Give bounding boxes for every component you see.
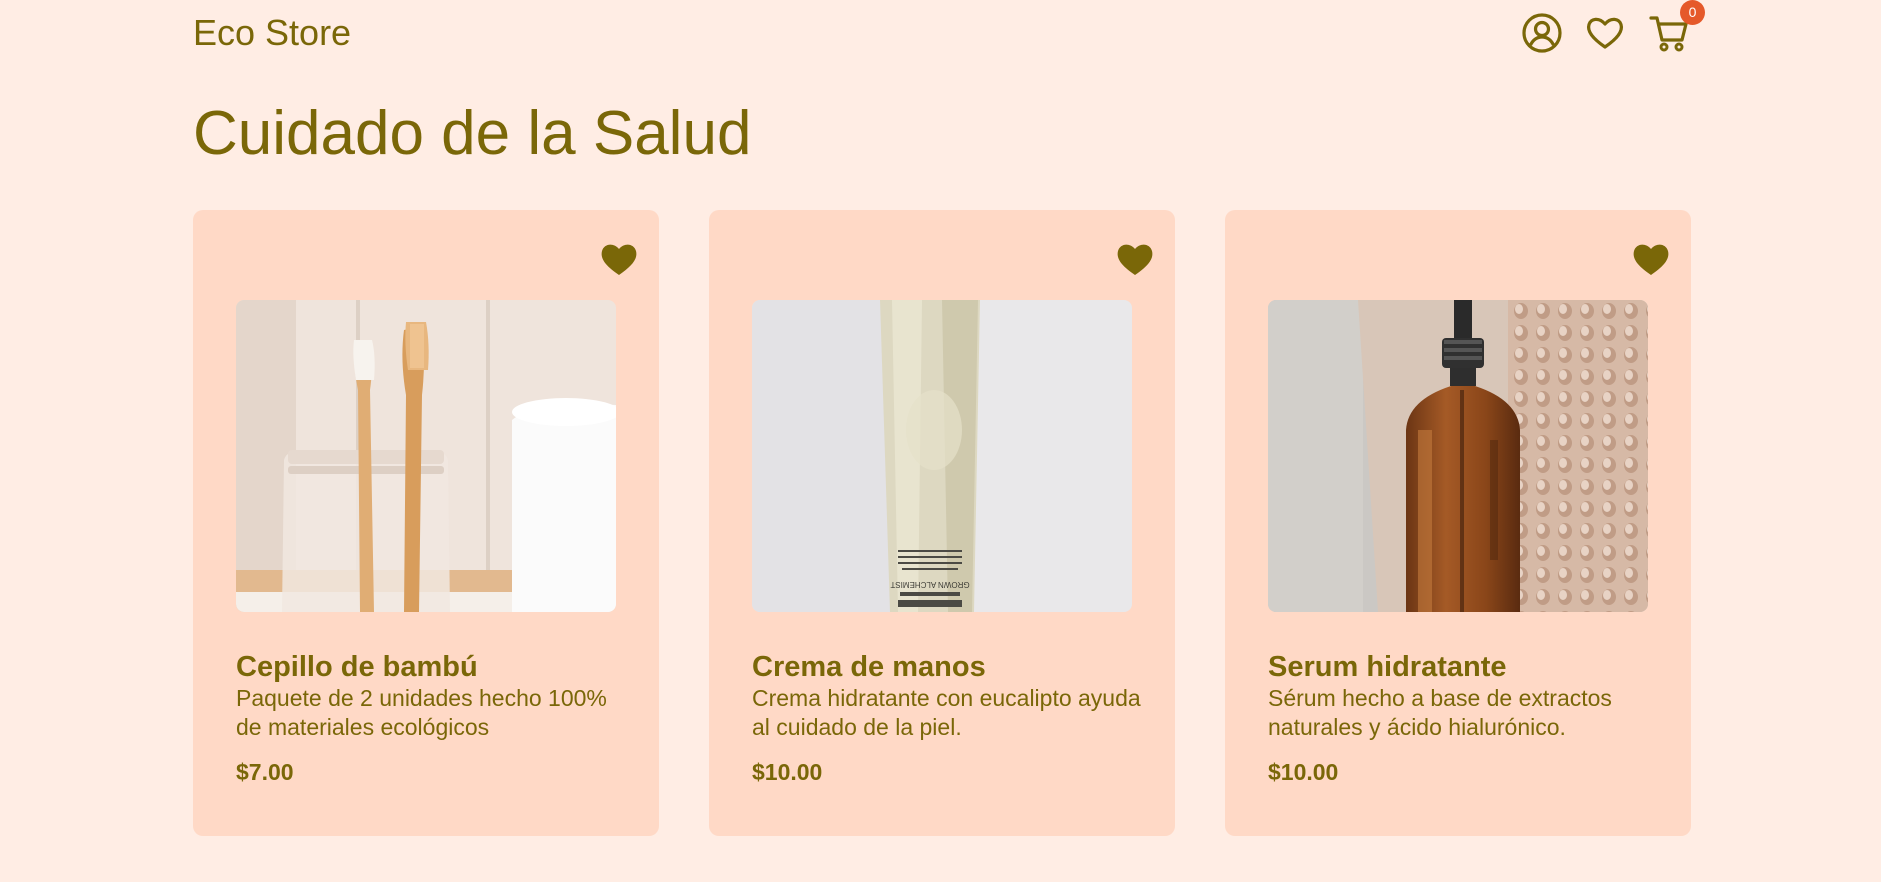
favorite-button[interactable]: [1631, 239, 1671, 279]
favorite-button[interactable]: [599, 239, 639, 279]
product-name[interactable]: Serum hidratante: [1268, 650, 1507, 684]
product-description: Paquete de 2 unidades hecho 100% de mate…: [236, 685, 607, 740]
heart-filled-icon: [1117, 244, 1153, 275]
product-description: Crema hidratante con eucalipto ayuda al …: [752, 685, 1141, 740]
wishlist-button[interactable]: [1584, 12, 1626, 54]
product-name[interactable]: Cepillo de bambú: [236, 650, 478, 684]
heart-filled-icon: [1633, 244, 1669, 275]
store-logo-link[interactable]: Eco Store: [193, 12, 351, 54]
cart-count-badge: 0: [1680, 0, 1705, 25]
user-circle-icon: [1522, 13, 1562, 53]
product-description: Sérum hecho a base de extractos naturale…: [1268, 685, 1612, 740]
product-image-serum[interactable]: [1268, 300, 1648, 612]
product-image-toothbrush[interactable]: [236, 300, 616, 612]
product-price: $10.00: [1268, 759, 1339, 785]
product-card[interactable]: Serum hidratante Sérum hecho a base de e…: [1225, 210, 1691, 836]
account-button[interactable]: [1521, 12, 1563, 54]
product-card[interactable]: GROWN ALCHEMIST Crema de manos Crema hid…: [709, 210, 1175, 836]
tube-brand-label: GROWN ALCHEMIST: [890, 580, 969, 589]
bamboo-toothbrush-image: [236, 300, 616, 612]
product-price: $7.00: [236, 759, 294, 785]
product-image-hand-cream[interactable]: GROWN ALCHEMIST: [752, 300, 1132, 612]
page-title: Cuidado de la Salud: [193, 99, 752, 168]
heart-filled-icon: [601, 244, 637, 275]
product-name[interactable]: Crema de manos: [752, 650, 986, 684]
heart-outline-icon: [1586, 17, 1624, 49]
product-listing-page: Eco Store 0 Cuidado de la Salud Cepillo …: [0, 0, 1881, 882]
favorite-button[interactable]: [1115, 239, 1155, 279]
product-card[interactable]: Cepillo de bambú Paquete de 2 unidades h…: [193, 210, 659, 836]
serum-bottle-image: [1268, 300, 1648, 612]
cart-button[interactable]: 0: [1648, 0, 1705, 54]
product-price: $10.00: [752, 759, 823, 785]
hand-cream-tube-image: GROWN ALCHEMIST: [752, 300, 1132, 612]
